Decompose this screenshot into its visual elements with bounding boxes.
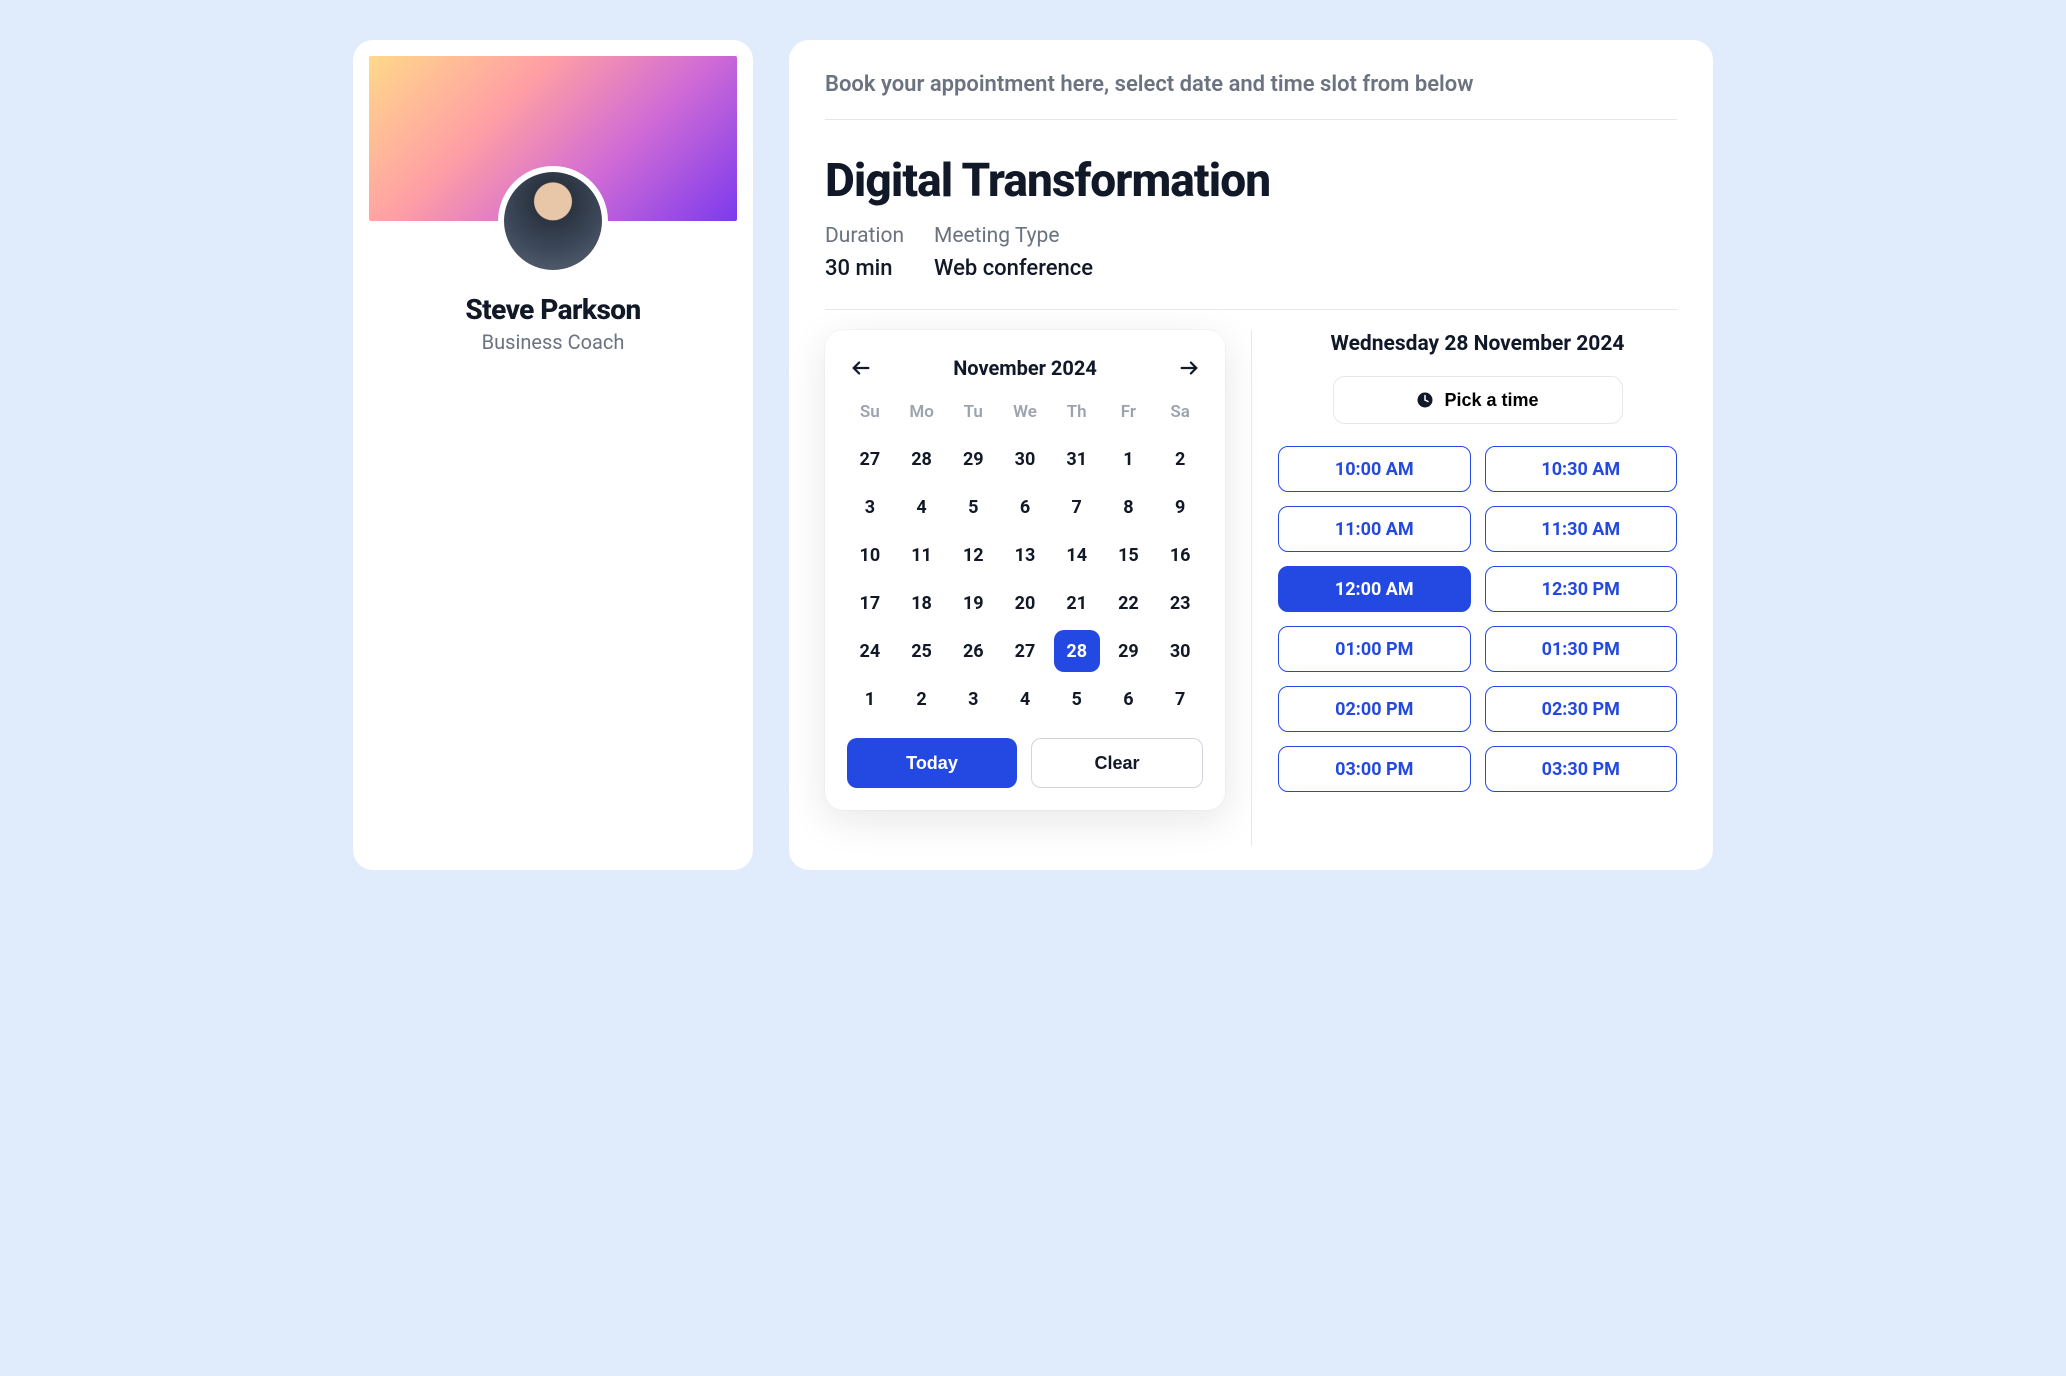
calendar-dow: We — [1002, 396, 1048, 432]
calendar-day[interactable]: 28 — [1054, 630, 1100, 672]
event-meta: Duration 30 min Meeting Type Web confere… — [825, 224, 1677, 281]
calendar-day[interactable]: 20 — [1002, 582, 1048, 624]
calendar-day[interactable]: 29 — [950, 438, 996, 480]
calendar-dow: Sa — [1157, 396, 1203, 432]
calendar-day[interactable]: 31 — [1054, 438, 1100, 480]
calendar-day[interactable]: 6 — [1106, 678, 1152, 720]
calendar-day[interactable]: 27 — [1002, 630, 1048, 672]
calendar-day[interactable]: 5 — [1054, 678, 1100, 720]
calendar-day[interactable]: 9 — [1157, 486, 1203, 528]
calendar-day[interactable]: 19 — [950, 582, 996, 624]
calendar-day[interactable]: 1 — [847, 678, 893, 720]
calendar-day[interactable]: 16 — [1157, 534, 1203, 576]
time-slot[interactable]: 01:00 PM — [1278, 626, 1471, 672]
calendar-day[interactable]: 2 — [899, 678, 945, 720]
calendar-day[interactable]: 3 — [847, 486, 893, 528]
time-slot[interactable]: 11:30 AM — [1485, 506, 1678, 552]
time-panel: Wednesday 28 November 2024 Pick a time 1… — [1278, 330, 1677, 846]
calendar-grid: SuMoTuWeThFrSa27282930311234567891011121… — [847, 396, 1203, 720]
time-slot[interactable]: 11:00 AM — [1278, 506, 1471, 552]
profile-name: Steve Parkson — [353, 293, 753, 326]
calendar-day[interactable]: 18 — [899, 582, 945, 624]
pick-a-time-button[interactable]: Pick a time — [1333, 376, 1623, 424]
calendar-day[interactable]: 17 — [847, 582, 893, 624]
calendar-dow: Fr — [1106, 396, 1152, 432]
time-slot[interactable]: 01:30 PM — [1485, 626, 1678, 672]
clear-button[interactable]: Clear — [1031, 738, 1203, 788]
calendar-day[interactable]: 29 — [1106, 630, 1152, 672]
time-slot[interactable]: 02:30 PM — [1485, 686, 1678, 732]
selected-date-label: Wednesday 28 November 2024 — [1278, 330, 1677, 358]
calendar-day[interactable]: 30 — [1157, 630, 1203, 672]
event-title: Digital Transformation — [825, 154, 1677, 208]
section-divider — [825, 309, 1677, 310]
time-slot-grid: 10:00 AM 10:30 AM 11:00 AM 11:30 AM 12:00 AM… — [1278, 446, 1677, 792]
time-slot[interactable]: 02:00 PM — [1278, 686, 1471, 732]
booking-card: Book your appointment here, select date … — [789, 40, 1713, 870]
calendar-dow: Su — [847, 396, 893, 432]
calendar-day[interactable]: 10 — [847, 534, 893, 576]
calendar-day[interactable]: 30 — [1002, 438, 1048, 480]
profile-role: Business Coach — [353, 330, 753, 354]
meeting-type-value: Web conference — [934, 256, 1093, 281]
time-slot[interactable]: 03:00 PM — [1278, 746, 1471, 792]
arrow-left-icon — [850, 357, 872, 379]
time-slot[interactable]: 12:30 PM — [1485, 566, 1678, 612]
prev-month-button[interactable] — [847, 354, 875, 382]
calendar-day[interactable]: 15 — [1106, 534, 1152, 576]
duration-value: 30 min — [825, 256, 904, 281]
calendar-day[interactable]: 4 — [899, 486, 945, 528]
calendar-day[interactable]: 27 — [847, 438, 893, 480]
meeting-type-block: Meeting Type Web conference — [934, 224, 1093, 281]
calendar-day[interactable]: 6 — [1002, 486, 1048, 528]
duration-block: Duration 30 min — [825, 224, 904, 281]
booking-instruction: Book your appointment here, select date … — [825, 72, 1677, 120]
calendar-day[interactable]: 2 — [1157, 438, 1203, 480]
calendar-day[interactable]: 14 — [1054, 534, 1100, 576]
calendar-day[interactable]: 1 — [1106, 438, 1152, 480]
calendar-day[interactable]: 11 — [899, 534, 945, 576]
calendar-dow: Tu — [950, 396, 996, 432]
profile-card: Steve Parkson Business Coach — [353, 40, 753, 870]
duration-label: Duration — [825, 224, 904, 248]
next-month-button[interactable] — [1175, 354, 1203, 382]
calendar-day[interactable]: 7 — [1157, 678, 1203, 720]
calendar-day[interactable]: 23 — [1157, 582, 1203, 624]
pick-a-time-label: Pick a time — [1444, 390, 1538, 411]
calendar-day[interactable]: 25 — [899, 630, 945, 672]
vertical-divider — [1251, 330, 1252, 846]
clock-icon — [1416, 391, 1434, 409]
calendar-day[interactable]: 7 — [1054, 486, 1100, 528]
calendar-day[interactable]: 4 — [1002, 678, 1048, 720]
calendar-day[interactable]: 21 — [1054, 582, 1100, 624]
today-button[interactable]: Today — [847, 738, 1017, 788]
calendar-day[interactable]: 12 — [950, 534, 996, 576]
arrow-right-icon — [1178, 357, 1200, 379]
calendar-panel: November 2024 SuMoTuWeThFrSa272829303112… — [825, 330, 1225, 810]
calendar-day[interactable]: 5 — [950, 486, 996, 528]
time-slot[interactable]: 10:30 AM — [1485, 446, 1678, 492]
calendar-dow: Mo — [899, 396, 945, 432]
calendar-day[interactable]: 3 — [950, 678, 996, 720]
time-slot[interactable]: 10:00 AM — [1278, 446, 1471, 492]
avatar — [504, 172, 602, 270]
calendar-day[interactable]: 13 — [1002, 534, 1048, 576]
time-slot[interactable]: 03:30 PM — [1485, 746, 1678, 792]
calendar-day[interactable]: 24 — [847, 630, 893, 672]
calendar-day[interactable]: 26 — [950, 630, 996, 672]
time-slot[interactable]: 12:00 AM — [1278, 566, 1471, 612]
profile-cover — [369, 56, 737, 221]
calendar-month-label: November 2024 — [953, 356, 1097, 380]
avatar-frame — [498, 166, 608, 276]
calendar-day[interactable]: 8 — [1106, 486, 1152, 528]
calendar-dow: Th — [1054, 396, 1100, 432]
meeting-type-label: Meeting Type — [934, 224, 1093, 248]
calendar-day[interactable]: 22 — [1106, 582, 1152, 624]
calendar-day[interactable]: 28 — [899, 438, 945, 480]
